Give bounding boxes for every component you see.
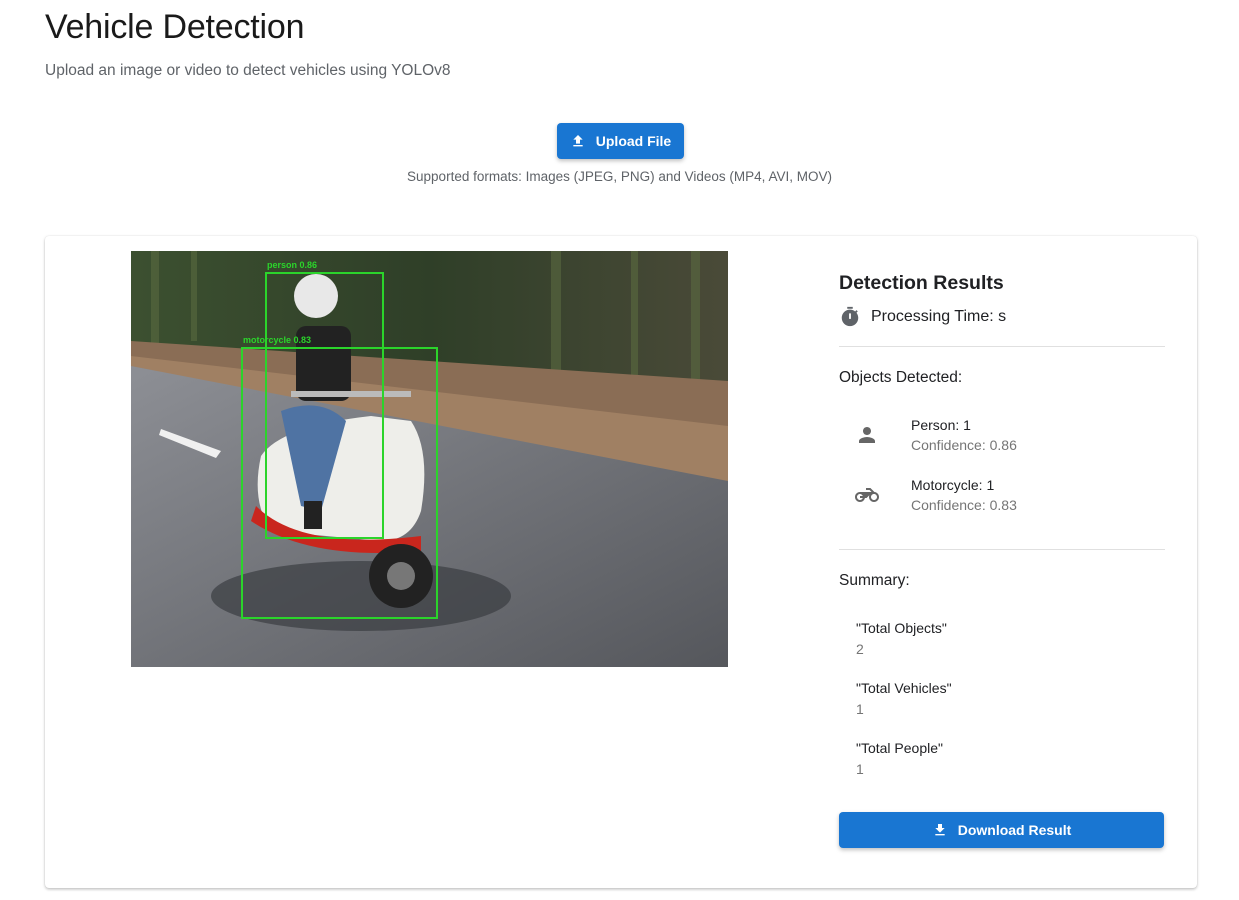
summary-item: "Total Vehicles" 1: [856, 680, 952, 717]
download-button-label: Download Result: [957, 822, 1072, 838]
upload-icon: [573, 135, 583, 147]
download-result-button[interactable]: Download Result: [839, 812, 1164, 848]
page-title: Vehicle Detection: [45, 8, 305, 46]
results-title: Detection Results: [839, 272, 1004, 294]
detected-object-item: Person: 1 Confidence: 0.86: [851, 417, 1151, 461]
page-subtitle: Upload an image or video to detect vehic…: [45, 62, 451, 79]
summary-item: "Total Objects" 2: [856, 620, 947, 657]
detected-object-item: Motorcycle: 1 Confidence: 0.83: [851, 477, 1151, 521]
results-card: person 0.86 motorcycle 0.83 Detection Re…: [45, 236, 1197, 888]
detected-object-confidence: Confidence: 0.86: [911, 437, 1017, 453]
person-icon: [855, 423, 879, 447]
upload-file-button[interactable]: Upload File: [557, 123, 684, 159]
summary-value: 2: [856, 641, 864, 657]
processing-time-text: Processing Time: s: [871, 308, 1007, 325]
person-box-label: person 0.86: [267, 260, 317, 270]
summary-value: 1: [856, 761, 864, 777]
objects-detected-label: Objects Detected:: [839, 369, 963, 386]
summary-label: Summary:: [839, 572, 910, 589]
motorcycle-box-label: motorcycle 0.83: [243, 335, 311, 345]
detected-object-name: Motorcycle: 1: [911, 477, 995, 493]
summary-key: "Total People": [856, 740, 943, 756]
summary-key: "Total Objects": [856, 620, 947, 636]
upload-button-label: Upload File: [595, 133, 672, 149]
timer-icon: [841, 306, 859, 327]
summary-key: "Total Vehicles": [856, 680, 952, 696]
detection-results-panel: Detection Results Processing Time: s Obj…: [839, 236, 1165, 888]
divider: [839, 346, 1165, 347]
detected-object-name: Person: 1: [911, 417, 971, 433]
summary-item: "Total People" 1: [856, 740, 943, 777]
processing-time-row: Processing Time: s: [839, 306, 1006, 328]
summary-value: 1: [856, 701, 864, 717]
divider: [839, 549, 1165, 550]
detected-object-confidence: Confidence: 0.83: [911, 497, 1017, 513]
supported-formats-note: Supported formats: Images (JPEG, PNG) an…: [407, 169, 832, 184]
annotated-result-image: person 0.86 motorcycle 0.83: [131, 251, 728, 667]
motorcycle-icon: [855, 483, 879, 507]
download-icon: [935, 824, 945, 836]
